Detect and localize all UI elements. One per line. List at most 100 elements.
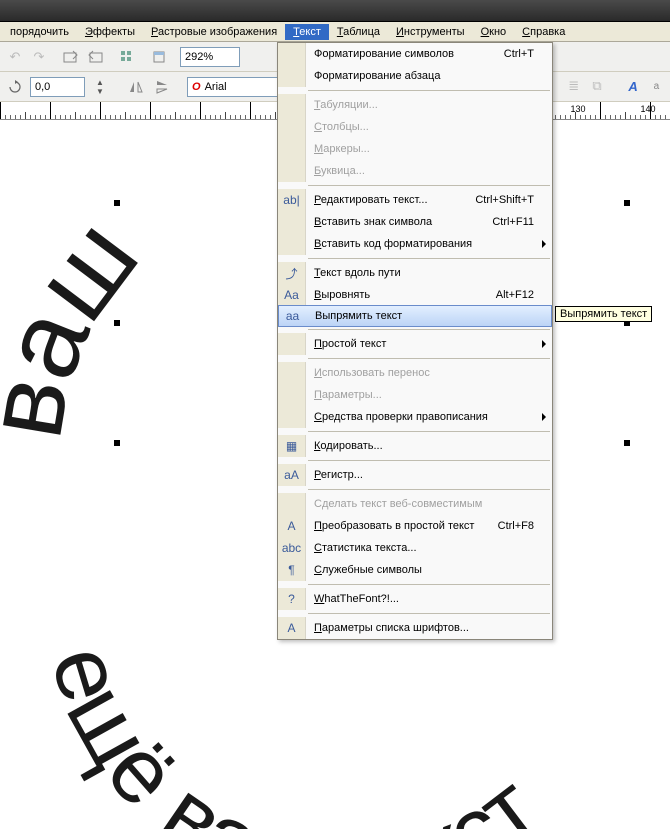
svg-text:ваш: ваш	[0, 197, 162, 446]
menu-table[interactable]: Таблица	[329, 24, 388, 40]
menu-item-label: Текст вдоль пути	[306, 267, 552, 279]
menu-item-преобразовать-в-простой-текст[interactable]: AПреобразовать в простой текстCtrl+F8	[278, 515, 552, 537]
menu-item-label: Регистр...	[306, 469, 552, 481]
menu-item-label: Вставить знак символа	[306, 216, 492, 228]
menu-item-whatthefont-[interactable]: ?WhatTheFont?!...	[278, 588, 552, 610]
menu-item-label: Средства проверки правописания	[306, 411, 552, 423]
zoom-value: 292%	[185, 51, 213, 63]
menu-item-label: Статистика текста...	[306, 542, 552, 554]
menu-bitmaps[interactable]: Растровые изображения	[143, 24, 285, 40]
menu-item-icon: ▦	[278, 435, 306, 457]
menu-window[interactable]: Окно	[473, 24, 515, 40]
menu-item-label: Форматирование абзаца	[306, 70, 552, 82]
dropcap-button[interactable]: ⧉	[587, 75, 606, 97]
menu-item-label: WhatTheFont?!...	[306, 593, 552, 605]
menu-item-icon: ?	[278, 588, 306, 610]
menu-item-label: Форматирование символов	[306, 48, 504, 60]
mirror-v-button[interactable]	[151, 76, 173, 98]
menu-item-icon	[278, 406, 306, 428]
menu-item-label: Параметры списка шрифтов...	[306, 622, 552, 634]
menu-effects[interactable]: Эффекты	[77, 24, 143, 40]
zoom-level-input[interactable]: 292%	[180, 47, 240, 67]
menu-item-icon: ⤴	[278, 262, 306, 284]
menu-item-icon	[278, 333, 306, 355]
menu-item-служебные-символы[interactable]: ¶Служебные символы	[278, 559, 552, 581]
menu-item-label: Выровнять	[306, 289, 496, 301]
menu-item-статистика-текста-[interactable]: abcСтатистика текста...	[278, 537, 552, 559]
text-menu-dropdown: Форматирование символовCtrl+TФорматирова…	[277, 42, 553, 640]
menu-item-простой-текст[interactable]: Простой текст	[278, 333, 552, 355]
menu-item-shortcut: Ctrl+T	[504, 48, 552, 60]
menu-item-вставить-код-форматирования[interactable]: Вставить код форматирования	[278, 233, 552, 255]
menu-item-параметры-списка-шрифтов-[interactable]: AПараметры списка шрифтов...	[278, 617, 552, 639]
font-name: Arial	[205, 81, 227, 93]
undo-button[interactable]: ↶	[4, 46, 26, 68]
menu-item-icon: A	[278, 515, 306, 537]
menu-arrange[interactable]: порядочить	[2, 24, 77, 40]
menu-item-label: Преобразовать в простой текст	[306, 520, 498, 532]
menu-item-icon: Aa	[278, 284, 306, 306]
menu-item-shortcut: Alt+F12	[496, 289, 552, 301]
menu-item-icon	[278, 94, 306, 116]
export-button[interactable]	[84, 46, 106, 68]
menu-item-текст-вдоль-пути[interactable]: ⤴Текст вдоль пути	[278, 262, 552, 284]
menu-item-label: Выпрямить текст	[307, 310, 551, 322]
menu-item-icon	[278, 43, 306, 65]
submenu-arrow-icon	[542, 413, 546, 421]
text-options-button[interactable]: a	[647, 75, 666, 97]
menu-tools[interactable]: Инструменты	[388, 24, 473, 40]
svg-text:ещё ваш текст: ещё ваш текст	[31, 634, 555, 829]
import-button[interactable]	[60, 46, 82, 68]
stepper-icon[interactable]: ▲▼	[89, 76, 111, 98]
menu-item-форматирование-абзаца[interactable]: Форматирование абзаца	[278, 65, 552, 87]
menu-item-icon: aa	[279, 305, 307, 327]
window-titlebar	[0, 0, 670, 22]
menu-item-label: Маркеры...	[306, 143, 552, 155]
menu-item-icon	[278, 233, 306, 255]
menu-item-label: Редактировать текст...	[306, 194, 475, 206]
welcome-button[interactable]	[148, 46, 170, 68]
menu-item-icon: ¶	[278, 559, 306, 581]
menu-item-icon	[278, 116, 306, 138]
menu-text[interactable]: Текст	[285, 24, 329, 40]
char-format-button[interactable]: A	[623, 75, 642, 97]
menu-item-label: Сделать текст веб-совместимым	[306, 498, 552, 510]
menu-item-вставить-знак-символа[interactable]: Вставить знак символаCtrl+F11	[278, 211, 552, 233]
menu-item-кодировать-[interactable]: ▦Кодировать...	[278, 435, 552, 457]
menu-item-label: Столбцы...	[306, 121, 552, 133]
menu-help[interactable]: Справка	[514, 24, 573, 40]
menu-item-label: Кодировать...	[306, 440, 552, 452]
menu-item-icon	[278, 138, 306, 160]
menu-item-табуляции-: Табуляции...	[278, 94, 552, 116]
menu-item-выпрямить-текст[interactable]: aaВыпрямить текст	[278, 305, 552, 327]
menu-item-label: Вставить код форматирования	[306, 238, 552, 250]
menu-item-редактировать-текст-[interactable]: ab|Редактировать текст...Ctrl+Shift+T	[278, 189, 552, 211]
menu-item-icon	[278, 65, 306, 87]
redo-button[interactable]: ↷	[28, 46, 50, 68]
menu-item-label: Буквица...	[306, 165, 552, 177]
app-launcher-button[interactable]	[116, 46, 138, 68]
rotation-angle-input[interactable]: 0,0	[30, 77, 85, 97]
menu-item-icon	[278, 384, 306, 406]
menu-item-маркеры-: Маркеры...	[278, 138, 552, 160]
mirror-h-button[interactable]	[125, 76, 147, 98]
menu-item-средства-проверки-правописания[interactable]: Средства проверки правописания	[278, 406, 552, 428]
menu-item-shortcut: Ctrl+Shift+T	[475, 194, 552, 206]
menu-item-icon	[278, 211, 306, 233]
menu-item-выровнять[interactable]: AaВыровнятьAlt+F12	[278, 284, 552, 306]
menu-item-регистр-[interactable]: aAРегистр...	[278, 464, 552, 486]
menu-item-label: Простой текст	[306, 338, 552, 350]
menu-item-icon: A	[278, 617, 306, 639]
menu-item-label: Служебные символы	[306, 564, 552, 576]
menu-item-icon	[278, 362, 306, 384]
rotation-icon	[4, 76, 26, 98]
font-family-input[interactable]: O Arial	[187, 77, 287, 97]
menu-item-label: Табуляции...	[306, 99, 552, 111]
bullets-button[interactable]: ≣	[564, 75, 583, 97]
menu-item-параметры-: Параметры...	[278, 384, 552, 406]
menu-item-форматирование-символов[interactable]: Форматирование символовCtrl+T	[278, 43, 552, 65]
tooltip: Выпрямить текст	[555, 306, 652, 322]
submenu-arrow-icon	[542, 340, 546, 348]
menu-item-shortcut: Ctrl+F8	[498, 520, 552, 532]
menu-item-icon	[278, 160, 306, 182]
